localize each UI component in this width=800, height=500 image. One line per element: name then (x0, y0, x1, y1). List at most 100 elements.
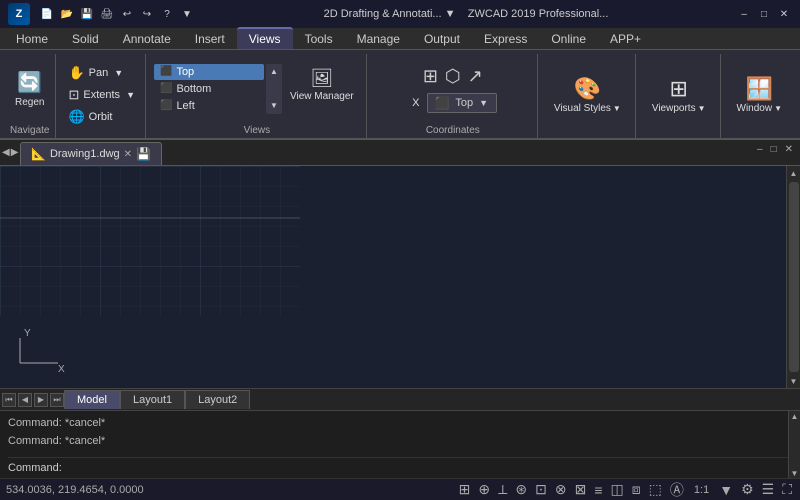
viewports-arrow[interactable]: ▼ (698, 104, 706, 113)
coord-dropdown[interactable]: ⬛ Top ▼ (427, 93, 497, 113)
selection-status-icon[interactable]: ⬚ (647, 481, 664, 498)
extents-dropdown[interactable]: ▼ (126, 90, 135, 100)
coord-x-button[interactable]: X (408, 95, 423, 111)
view-left[interactable]: ⬛ Left (154, 98, 264, 114)
ortho-status-icon[interactable]: ⟂ (496, 481, 509, 498)
inner-maximize[interactable]: □ (768, 144, 780, 155)
visual-styles-arrow[interactable]: ▼ (613, 104, 621, 113)
extents-icon: ⊡ (68, 87, 79, 103)
tab-annotate[interactable]: Annotate (111, 29, 183, 49)
dropdown-icon[interactable]: ▼ (178, 5, 196, 23)
transparency-status-icon[interactable]: ◫ (609, 481, 626, 498)
views-scroll: ▲ ▼ (266, 64, 282, 114)
doc-nav-left[interactable]: ◀ (2, 147, 10, 158)
annotate-status-icon[interactable]: Ⓐ (668, 480, 686, 500)
tab-home[interactable]: Home (4, 29, 60, 49)
coord-icon-1[interactable]: ⊞ (421, 64, 440, 89)
window-controls: – □ ✕ (736, 6, 792, 22)
document-tab-drawing1[interactable]: 📐 Drawing1.dwg ✕ 💾 (20, 142, 162, 165)
tab-express[interactable]: Express (472, 29, 539, 49)
help-icon[interactable]: ? (158, 5, 176, 23)
coord-dropdown-arrow[interactable]: ▼ (479, 98, 488, 108)
cmd-scroll-down[interactable]: ▼ (790, 468, 800, 478)
cmd-scroll-up[interactable]: ▲ (790, 411, 800, 421)
tab-insert[interactable]: Insert (183, 29, 237, 49)
views-content: ⬛ Top ⬛ Bottom ⬛ Left ▲ (154, 54, 360, 123)
lineweight-status-icon[interactable]: ≡ (592, 482, 604, 498)
regen-button[interactable]: 🔄 Regen (10, 67, 49, 111)
print-icon[interactable]: 🖨 (98, 5, 116, 23)
layout-nav-prev[interactable]: ◀ (18, 393, 32, 407)
command-scrollbar[interactable]: ▲ ▼ (788, 411, 800, 478)
tab-tools[interactable]: Tools (293, 29, 345, 49)
coord-icon-3[interactable]: ↗ (466, 64, 485, 89)
scroll-up-button[interactable]: ▲ (787, 166, 800, 180)
dynamic-status-icon[interactable]: ⊠ (573, 481, 589, 498)
inner-minimize[interactable]: – (754, 144, 766, 155)
polar-status-icon[interactable]: ⊛ (513, 481, 529, 498)
tab-solid[interactable]: Solid (60, 29, 111, 49)
settings-icon[interactable]: ☰ (760, 481, 777, 498)
drawing-area[interactable]: Y X ▲ ▼ (0, 166, 800, 388)
scroll-down-arrow[interactable]: ▼ (267, 99, 281, 113)
doc-tab-close[interactable]: ✕ (124, 149, 132, 160)
layout-nav-last[interactable]: ⏭ (50, 393, 64, 407)
doc-tab-save-icon[interactable]: 💾 (136, 147, 151, 161)
view-top-icon: ⬛ (160, 66, 172, 77)
open-icon[interactable]: 📂 (58, 5, 76, 23)
tab-output[interactable]: Output (412, 29, 472, 49)
save-icon[interactable]: 💾 (78, 5, 96, 23)
otrack-status-icon[interactable]: ⊗ (553, 481, 569, 498)
osnap-status-icon[interactable]: ⊡ (533, 481, 549, 498)
main-layout: Z 📄 📂 💾 🖨 ↩ ↪ ? ▼ 2D Drafting & Annotati… (0, 0, 800, 500)
pan-button[interactable]: ✋ Pan ▼ (64, 63, 139, 83)
coord-icon-2[interactable]: ⬡ (443, 64, 463, 89)
inner-window-controls: – □ ✕ (754, 144, 796, 155)
doc-nav-right[interactable]: ▶ (11, 147, 19, 158)
view-manager-button[interactable]: 🖼 View Manager (284, 64, 360, 114)
grid-status-icon[interactable]: ⊞ (457, 481, 473, 498)
window-button[interactable]: 🪟 Window ▼ (729, 73, 791, 117)
view-top[interactable]: ⬛ Top (154, 64, 264, 80)
gear-icon[interactable]: ⚙ (739, 481, 756, 498)
pan-dropdown[interactable]: ▼ (114, 68, 123, 78)
workspace-label: 2D Drafting & Annotati... ▼ ZWCAD 2019 P… (196, 8, 736, 20)
snap-status-icon[interactable]: ⊕ (476, 481, 492, 498)
command-history: Command: *cancel* Command: *cancel* (8, 415, 792, 450)
close-button[interactable]: ✕ (776, 6, 792, 22)
tab-manage[interactable]: Manage (345, 29, 412, 49)
new-icon[interactable]: 📄 (38, 5, 56, 23)
vertical-scrollbar[interactable]: ▲ ▼ (786, 166, 800, 388)
redo-icon[interactable]: ↪ (138, 5, 156, 23)
tab-views[interactable]: Views (237, 27, 293, 49)
viewports-button[interactable]: ⊞ Viewports ▼ (644, 73, 714, 117)
fullscreen-icon[interactable]: ⛶ (780, 481, 794, 498)
maximize-button[interactable]: □ (756, 6, 772, 22)
layout-tab-layout2[interactable]: Layout2 (185, 390, 250, 409)
tab-app-plus[interactable]: APP+ (598, 29, 653, 49)
orbit-button[interactable]: 🌐 Orbit (64, 107, 139, 127)
tab-online[interactable]: Online (539, 29, 598, 49)
layout-nav-next[interactable]: ▶ (34, 393, 48, 407)
layout-tab-layout1[interactable]: Layout1 (120, 390, 185, 409)
views-group: ⬛ Top ⬛ Bottom ⬛ Left ▲ (148, 54, 367, 138)
view-bottom[interactable]: ⬛ Bottom (154, 81, 264, 97)
scale-display[interactable]: 1:1 (690, 484, 713, 496)
command-input[interactable] (66, 462, 792, 474)
extents-button[interactable]: ⊡ Extents ▼ (64, 85, 139, 105)
statusbar-right: ⊞ ⊕ ⟂ ⊛ ⊡ ⊗ ⊠ ≡ ◫ ⧈ ⬚ Ⓐ 1:1 ▼ ⚙ ☰ ⛶ (457, 480, 794, 500)
svg-text:Y: Y (24, 328, 31, 339)
scroll-up-arrow[interactable]: ▲ (267, 65, 281, 79)
visual-styles-button[interactable]: 🎨 Visual Styles ▼ (546, 73, 629, 117)
layout-nav-first[interactable]: ⏮ (2, 393, 16, 407)
model-status-icon[interactable]: ⧈ (630, 481, 643, 498)
view-manager-icon: 🖼 (310, 68, 333, 89)
scroll-down-button[interactable]: ▼ (787, 374, 800, 388)
scale-dropdown[interactable]: ▼ (717, 482, 735, 498)
minimize-button[interactable]: – (736, 6, 752, 22)
scroll-thumb[interactable] (789, 182, 799, 372)
window-arrow[interactable]: ▼ (774, 104, 782, 113)
undo-icon[interactable]: ↩ (118, 5, 136, 23)
layout-tab-model[interactable]: Model (64, 390, 120, 409)
inner-close[interactable]: ✕ (782, 144, 796, 155)
